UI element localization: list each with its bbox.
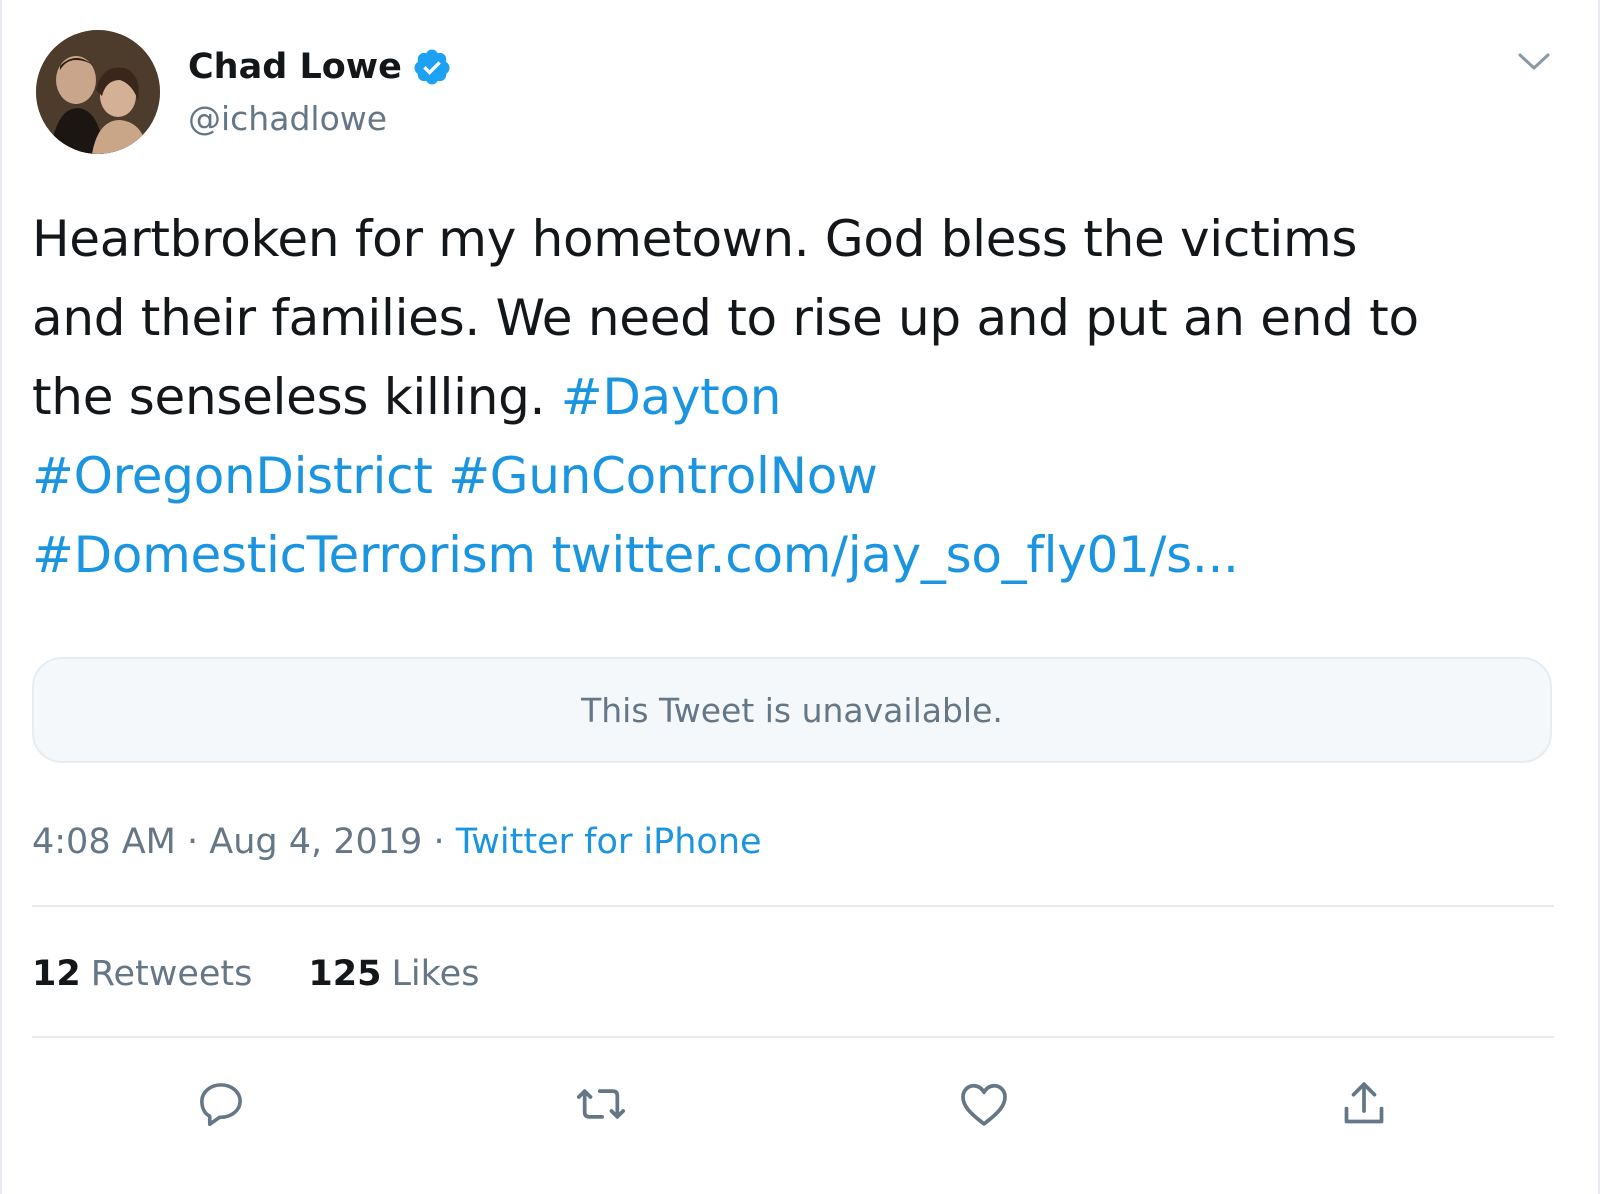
display-name[interactable]: Chad Lowe [188,45,402,89]
likes-stat[interactable]: 125 Likes [308,950,479,998]
retweet-icon[interactable] [573,1076,629,1132]
tweet-metadata: 4:08 AM · Aug 4, 2019 · Twitter for iPho… [32,818,762,866]
hashtag-domestic-terrorism[interactable]: #DomesticTerrorism [32,526,536,584]
tweet-source-link[interactable]: Twitter for iPhone [456,822,762,862]
meta-separator: · [175,822,210,862]
share-icon[interactable] [1336,1076,1392,1132]
chevron-down-icon[interactable] [1516,46,1552,76]
likes-label: Likes [391,954,480,994]
tweet-date[interactable]: Aug 4, 2019 [209,822,422,862]
user-handle[interactable]: @ichadlowe [188,98,387,140]
tweet-line: #DomesticTerrorism twitter.com/jay_so_fl… [32,516,1552,595]
reply-icon[interactable] [193,1076,249,1132]
tweet-line: #OregonDistrict #GunControlNow [32,437,1552,516]
tweet-time[interactable]: 4:08 AM [32,822,176,862]
likes-count: 125 [308,954,382,994]
tweet-line-text: the senseless killing. [32,368,561,426]
quoted-tweet-unavailable: This Tweet is unavailable. [32,657,1552,763]
tweet-stats: 12 Retweets 125 Likes [32,950,535,998]
tweet-link[interactable]: twitter.com/jay_so_fly01/s... [551,526,1239,584]
display-name-row[interactable]: Chad Lowe [188,45,452,89]
tweet-text: Heartbroken for my hometown. God bless t… [32,200,1552,595]
retweets-stat[interactable]: 12 Retweets [32,950,252,998]
retweets-count: 12 [32,954,81,994]
divider [32,905,1554,907]
hashtag-oregon-district[interactable]: #OregonDistrict [32,447,433,505]
like-icon[interactable] [956,1076,1012,1132]
hashtag-dayton[interactable]: #Dayton [561,368,782,426]
tweet-card: Chad Lowe @ichadlowe Heartbroken for my … [0,0,1600,1194]
tweet-line: and their families. We need to rise up a… [32,289,1419,347]
retweets-label: Retweets [90,954,253,994]
meta-separator: · [422,822,456,862]
avatar[interactable] [36,30,160,154]
hashtag-gun-control-now[interactable]: #GunControlNow [448,447,878,505]
verified-badge-icon [412,47,452,87]
tweet-line: the senseless killing. #Dayton [32,358,1552,437]
unavailable-message: This Tweet is unavailable. [581,690,1003,730]
tweet-line: Heartbroken for my hometown. God bless t… [32,210,1358,268]
divider [32,1036,1554,1038]
